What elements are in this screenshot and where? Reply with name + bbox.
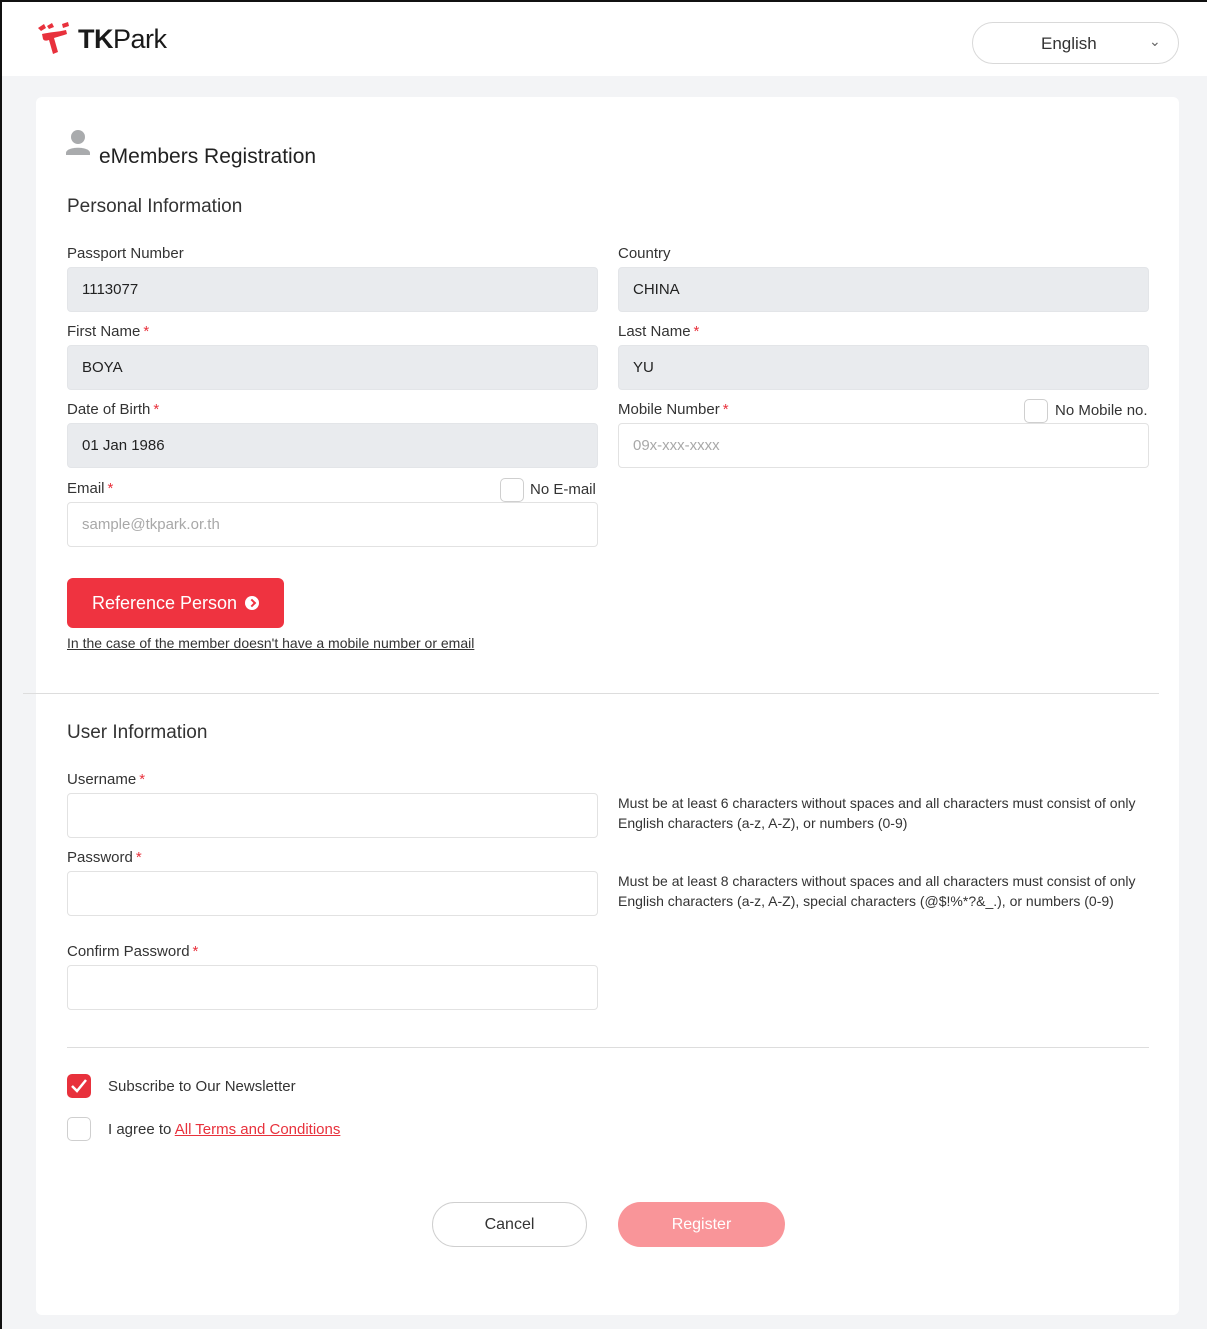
terms-link[interactable]: All Terms and Conditions [175, 1121, 341, 1138]
personal-info-heading: Personal Information [67, 196, 243, 217]
page-title: eMembers Registration [99, 145, 317, 168]
reference-person-label: Reference Person [91, 592, 238, 613]
passport-field[interactable]: 1113077 [67, 267, 598, 312]
newsletter-label: Subscribe to Our Newsletter [108, 1078, 296, 1095]
agree-checkbox[interactable] [67, 1117, 91, 1141]
password-label: Password * [67, 849, 142, 866]
dob-field[interactable]: 01 Jan 1986 [67, 423, 598, 468]
first-name-label: First Name * [67, 323, 150, 340]
language-select[interactable]: English ⌄ [972, 22, 1179, 64]
email-input[interactable]: sample@tkpark.or.th [67, 502, 598, 547]
first-name-field[interactable]: BOYA [67, 345, 598, 390]
password-hint: Must be at least 8 characters without sp… [618, 873, 1136, 909]
username-label: Username * [67, 771, 146, 788]
username-hint: Must be at least 6 characters without sp… [618, 795, 1136, 831]
language-value: English [1041, 34, 1097, 53]
top-bar: TKPark English ⌄ [2, 2, 1207, 76]
user-info-heading: User Information [67, 722, 208, 743]
reference-person-button[interactable]: Reference Person [67, 578, 284, 628]
cancel-button[interactable]: Cancel [432, 1202, 587, 1247]
no-email-checkbox[interactable] [500, 478, 524, 502]
confirm-password-label: Confirm Password * [67, 943, 199, 960]
country-field[interactable]: CHINA [618, 267, 1149, 312]
passport-label: Passport Number [67, 245, 184, 262]
user-icon [66, 129, 92, 157]
register-button[interactable]: Register [618, 1202, 785, 1247]
dob-label: Date of Birth * [67, 401, 160, 418]
registration-card: eMembers Registration Personal Informati… [23, 97, 1179, 1315]
newsletter-checkbox[interactable] [67, 1074, 91, 1098]
section-divider [23, 693, 1159, 694]
username-input[interactable] [67, 793, 598, 838]
country-label: Country [618, 245, 671, 262]
arrow-circle-icon [245, 596, 260, 610]
confirm-password-input[interactable] [67, 965, 598, 1010]
mobile-label: Mobile Number * [618, 401, 729, 418]
mobile-input[interactable]: 09x-xxx-xxxx [618, 423, 1149, 468]
tkpark-logo[interactable]: TKPark [36, 22, 167, 56]
reference-note-link[interactable]: In the case of the member doesn't have a… [67, 635, 474, 651]
logo-text: TKPark [78, 23, 167, 54]
chevron-down-icon: ⌄ [1149, 33, 1161, 49]
no-mobile-checkbox[interactable] [1024, 399, 1048, 423]
last-name-label: Last Name * [618, 323, 700, 340]
tkpark-logo-icon [38, 22, 69, 54]
terms-divider [67, 1047, 1149, 1048]
password-input[interactable] [67, 871, 598, 916]
email-label: Email * [67, 480, 114, 497]
last-name-field[interactable]: YU [618, 345, 1149, 390]
no-mobile-label: No Mobile no. [1055, 402, 1148, 419]
no-email-label: No E-mail [530, 481, 596, 498]
check-icon [71, 1079, 87, 1093]
title-row: eMembers Registration [66, 129, 316, 168]
agree-label: I agree to All Terms and Conditions [108, 1121, 341, 1138]
